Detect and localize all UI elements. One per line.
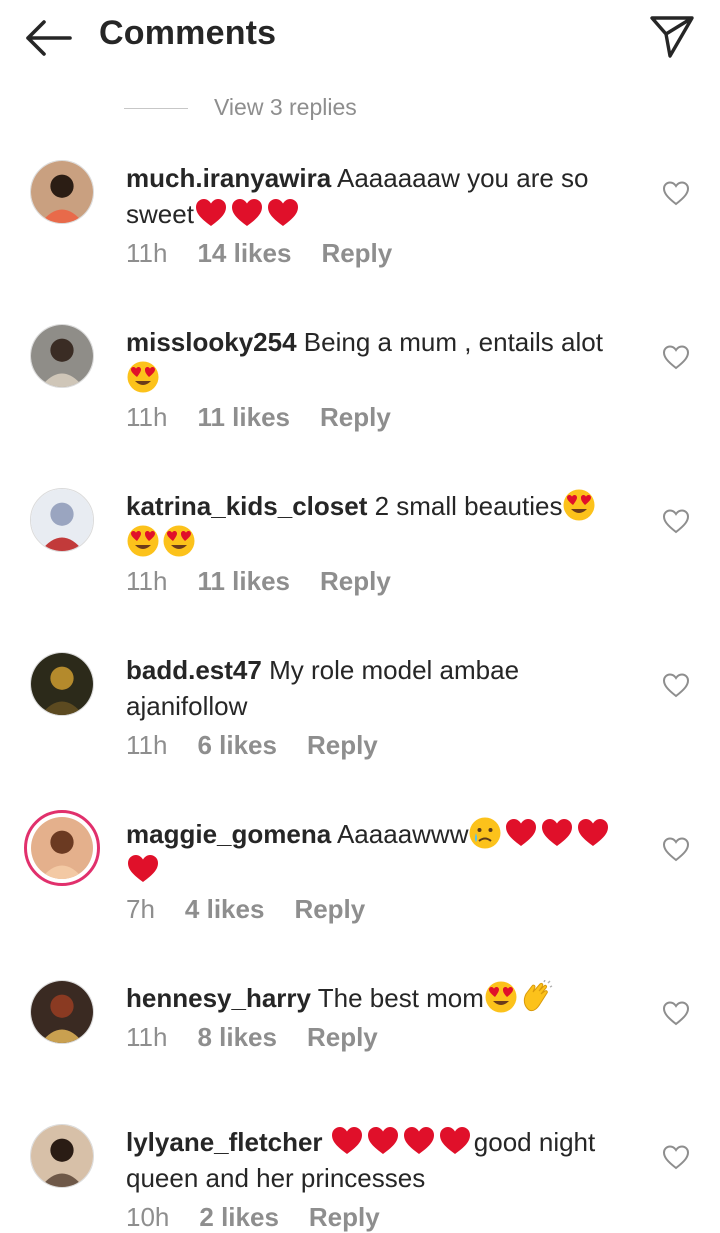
comment-username[interactable]: misslooky254 — [126, 327, 297, 357]
comment-meta: 11h 11 likes Reply — [126, 402, 421, 433]
comment-likes[interactable]: 8 likes — [197, 1022, 277, 1052]
heart-emoji-icon — [194, 196, 228, 230]
heart-emoji-icon — [366, 1124, 400, 1158]
heart-emoji-icon — [126, 852, 160, 886]
comment-body: Being a mum , entails alot — [303, 327, 603, 357]
comment-time: 11h — [126, 730, 168, 760]
reply-button[interactable]: Reply — [320, 402, 391, 432]
comment-text: lylyane_fletcher good night queen and he… — [126, 1124, 626, 1196]
heart-emoji-icon — [402, 1124, 436, 1158]
comment-text: maggie_gomena Aaaaawww — [126, 816, 626, 888]
comment-username[interactable]: lylyane_fletcher — [126, 1127, 323, 1157]
avatar[interactable] — [24, 810, 100, 886]
clapping-hands-emoji-icon — [520, 980, 554, 1014]
heart-eyes-emoji-icon — [126, 360, 160, 394]
like-heart-icon[interactable] — [662, 1000, 690, 1026]
comment-time: 7h — [126, 894, 155, 924]
heart-emoji-icon — [266, 196, 300, 230]
comment-username[interactable]: badd.est47 — [126, 655, 262, 685]
comment-text: badd.est47 My role model ambae ajanifoll… — [126, 652, 626, 724]
heart-eyes-emoji-icon — [484, 980, 518, 1014]
avatar[interactable] — [30, 1124, 94, 1188]
like-heart-icon[interactable] — [662, 672, 690, 698]
heart-emoji-icon — [230, 196, 264, 230]
comment-body: Aaaaawww — [336, 819, 469, 849]
reply-button[interactable]: Reply — [307, 1022, 378, 1052]
heart-emoji-icon — [576, 816, 610, 850]
reply-button[interactable]: Reply — [309, 1202, 380, 1232]
comment-time: 11h — [126, 238, 168, 268]
comment-likes[interactable]: 14 likes — [197, 238, 291, 268]
header-bar: Comments — [0, 0, 720, 76]
comment-username[interactable]: katrina_kids_closet — [126, 491, 367, 521]
comment-time: 11h — [126, 402, 168, 432]
page-title: Comments — [99, 14, 277, 52]
like-heart-icon[interactable] — [662, 344, 690, 370]
heart-emoji-icon — [330, 1124, 364, 1158]
like-heart-icon[interactable] — [662, 508, 690, 534]
comment-meta: 11h 8 likes Reply — [126, 1022, 408, 1053]
avatar[interactable] — [30, 980, 94, 1044]
heart-emoji-icon — [504, 816, 538, 850]
heart-eyes-emoji-icon — [562, 488, 596, 522]
comment-username[interactable]: hennesy_harry — [126, 983, 311, 1013]
like-heart-icon[interactable] — [662, 180, 690, 206]
send-icon[interactable] — [648, 12, 696, 60]
replies-divider — [124, 108, 188, 109]
comment-time: 10h — [126, 1202, 170, 1232]
comment-time: 11h — [126, 1022, 168, 1052]
view-replies-label: View 3 replies — [214, 94, 357, 120]
avatar[interactable] — [30, 652, 94, 716]
comment-text: misslooky254 Being a mum , entails alot — [126, 324, 626, 396]
comment-meta: 10h 2 likes Reply — [126, 1202, 410, 1233]
crying-face-emoji-icon — [468, 816, 502, 850]
comment-text: hennesy_harry The best mom — [126, 980, 626, 1016]
comment-meta: 11h 11 likes Reply — [126, 566, 421, 597]
comment-meta: 7h 4 likes Reply — [126, 894, 395, 925]
heart-eyes-emoji-icon — [126, 524, 160, 558]
comment-body: 2 small beauties — [374, 491, 563, 521]
like-heart-icon[interactable] — [662, 836, 690, 862]
reply-button[interactable]: Reply — [320, 566, 391, 596]
like-heart-icon[interactable] — [662, 1144, 690, 1170]
avatar[interactable] — [30, 160, 94, 224]
heart-eyes-emoji-icon — [162, 524, 196, 558]
back-arrow-icon[interactable] — [22, 16, 74, 60]
comment-likes[interactable]: 11 likes — [197, 402, 290, 432]
heart-emoji-icon — [438, 1124, 472, 1158]
comment-text: katrina_kids_closet 2 small beauties — [126, 488, 626, 560]
comment-meta: 11h 6 likes Reply — [126, 730, 408, 761]
comment-likes[interactable]: 6 likes — [197, 730, 277, 760]
reply-button[interactable]: Reply — [321, 238, 392, 268]
avatar[interactable] — [30, 324, 94, 388]
comment-meta: 11h 14 likes Reply — [126, 238, 422, 269]
avatar[interactable] — [30, 488, 94, 552]
comment-likes[interactable]: 4 likes — [185, 894, 265, 924]
comment-text: much.iranyawira Aaaaaaaw you are so swee… — [126, 160, 626, 232]
comment-likes[interactable]: 11 likes — [197, 566, 290, 596]
comment-username[interactable]: much.iranyawira — [126, 163, 331, 193]
comment-likes[interactable]: 2 likes — [199, 1202, 279, 1232]
comment-time: 11h — [126, 566, 168, 596]
heart-emoji-icon — [540, 816, 574, 850]
comment-body: The best mom — [317, 983, 484, 1013]
reply-button[interactable]: Reply — [294, 894, 365, 924]
comment-username[interactable]: maggie_gomena — [126, 819, 331, 849]
reply-button[interactable]: Reply — [307, 730, 378, 760]
